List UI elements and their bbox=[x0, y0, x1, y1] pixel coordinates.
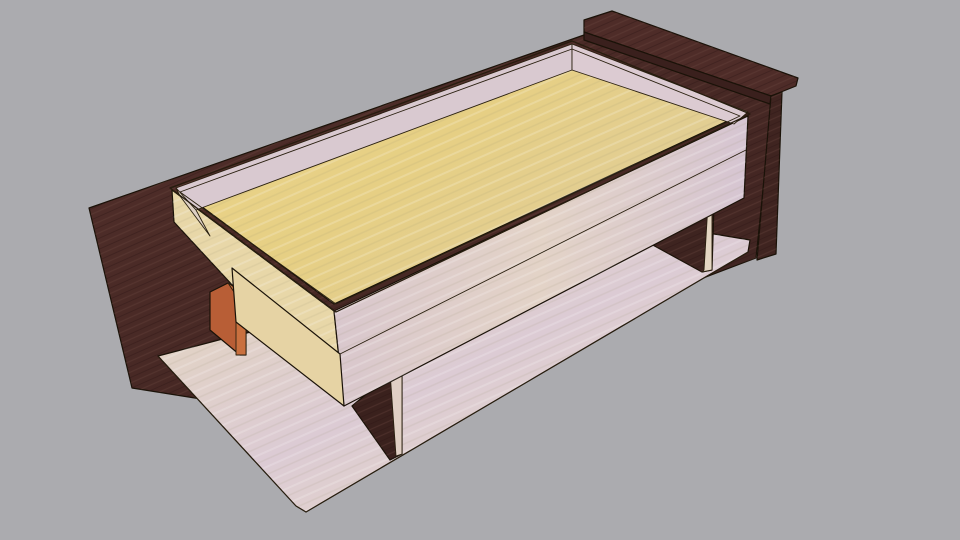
furniture-model[interactable] bbox=[0, 0, 960, 540]
3d-viewport[interactable] bbox=[0, 0, 960, 540]
